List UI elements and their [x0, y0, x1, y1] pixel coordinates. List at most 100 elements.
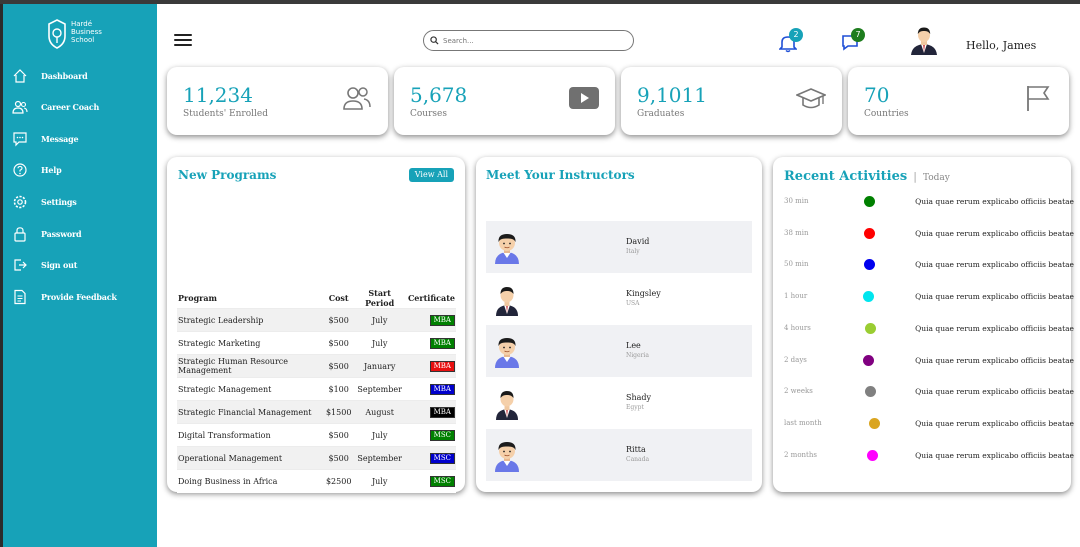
program-start-period: July [352, 331, 407, 355]
instructor-name: Ritta [626, 445, 646, 454]
user-avatar[interactable] [910, 25, 938, 55]
program-cost: $500 [324, 354, 353, 378]
program-certificate: MSC [406, 423, 456, 447]
activity-status-dot [869, 417, 880, 429]
activity-row[interactable]: last month Quia quae rerum explicabo offi… [784, 417, 1074, 431]
program-certificate: MSC [406, 469, 456, 493]
sidebar: Hardé Business School Dashboard Career C… [0, 4, 157, 547]
activity-time: 2 weeks [784, 387, 813, 396]
instructor-row[interactable]: Shady Egypt [486, 377, 752, 429]
sidebar-item-settings[interactable]: Settings [11, 190, 157, 214]
activity-text: Quia quae rerum explicabo officiis beata… [915, 292, 1074, 302]
stat-label: Countries [864, 109, 909, 119]
activity-row[interactable]: 2 months Quia quae rerum explicabo offici… [784, 449, 1074, 463]
column-header: Start Period [365, 288, 395, 308]
table-row[interactable]: Strategic Financial Management $1500 Augus… [177, 400, 456, 424]
notifications-button[interactable]: 2 [778, 28, 803, 53]
stat-label: Courses [410, 109, 447, 119]
activity-text: Quia quae rerum explicabo officiis beata… [915, 260, 1074, 270]
panel-title: Meet Your Instructors [486, 168, 635, 182]
table-row[interactable]: Digital Transformation $500 July MSC [177, 423, 456, 447]
program-name: Strategic Human Resource Management [177, 354, 325, 378]
activity-row[interactable]: 1 hour Quia quae rerum explicabo officiis… [784, 290, 1074, 304]
lock-icon [11, 225, 29, 243]
instructor-name: David [626, 237, 650, 246]
instructor-row[interactable]: Kingsley USA [486, 273, 752, 325]
activities-filter[interactable]: Today [923, 173, 950, 183]
activity-row[interactable]: 30 min Quia quae rerum explicabo officiis… [784, 195, 1074, 209]
sidebar-item-dashboard[interactable]: Dashboard [11, 64, 157, 88]
sidebar-item-career-coach[interactable]: Career Coach [11, 95, 157, 119]
stat-card-countries[interactable]: 70 Countries [848, 67, 1069, 135]
certificate-badge: MBA [429, 314, 455, 326]
instructor-row[interactable]: Ritta Canada [486, 429, 752, 481]
table-row[interactable]: Doing Business in Africa $2500 July MSC [177, 469, 456, 493]
search-bar[interactable] [423, 30, 634, 51]
panel-title: Recent Activities [784, 169, 908, 184]
program-certificate: MBA [406, 331, 456, 355]
sidebar-item-sign-out[interactable]: Sign out [11, 253, 157, 277]
sidebar-item-label: Help [41, 165, 62, 175]
header-separator: | [913, 170, 917, 183]
activity-row[interactable]: 4 hours Quia quae rerum explicabo officii… [784, 322, 1074, 336]
sidebar-item-help[interactable]: Help [11, 158, 157, 182]
activity-text: Quia quae rerum explicabo officiis beata… [915, 323, 1074, 333]
activity-text: Quia quae rerum explicabo officiis beata… [915, 450, 1074, 460]
search-icon [430, 36, 439, 45]
column-header: Program [178, 293, 218, 303]
instructor-avatar [495, 338, 519, 368]
activity-status-dot [864, 196, 875, 207]
view-all-button[interactable]: View All [408, 168, 454, 182]
stat-card-students[interactable]: 11,234 Students' Enrolled [167, 67, 388, 135]
program-name: Strategic Leadership [177, 308, 325, 332]
table-row[interactable]: Strategic Marketing $500 July MBA [177, 331, 456, 355]
flag-icon [1027, 86, 1050, 111]
stat-card-courses[interactable]: 5,678 Courses [394, 67, 615, 135]
brand-logo[interactable]: Hardé Business School [47, 18, 127, 58]
brand-line-2: Business [71, 28, 102, 36]
messages-button[interactable]: 7 [841, 28, 865, 53]
table-row[interactable]: Strategic Leadership $500 July MBA [177, 308, 456, 332]
program-cost: $1500 [324, 400, 353, 424]
graduation-cap-icon [796, 88, 826, 109]
table-row[interactable]: Strategic Management $100 September MBA [177, 377, 456, 401]
certificate-badge: MSC [429, 475, 455, 487]
sidebar-item-label: Sign out [41, 260, 78, 270]
table-row[interactable]: Operational Management $500 September MSC [177, 446, 456, 470]
students-icon [343, 87, 371, 110]
program-start-period: September [352, 377, 407, 401]
home-icon [11, 67, 29, 85]
stat-value: 70 [864, 83, 890, 107]
menu-toggle-icon[interactable] [174, 34, 192, 48]
instructor-row[interactable]: Lee Nigeria [486, 325, 752, 377]
instructor-country: Egypt [626, 404, 644, 411]
activity-row[interactable]: 38 min Quia quae rerum explicabo officiis… [784, 227, 1074, 241]
activity-time: 2 days [784, 355, 807, 364]
activity-status-dot [865, 322, 876, 334]
stat-value: 9,1011 [637, 83, 707, 107]
program-start-period: January [352, 354, 407, 378]
activity-row[interactable]: 2 weeks Quia quae rerum explicabo officii… [784, 385, 1074, 399]
program-start-period: July [352, 308, 407, 332]
instructor-row[interactable]: David Italy [486, 221, 752, 273]
activity-status-dot [864, 227, 875, 239]
table-row[interactable]: Strategic Human Resource Management $500 J… [177, 354, 456, 378]
stat-card-graduates[interactable]: 9,1011 Graduates [621, 67, 842, 135]
program-name: Strategic Marketing [177, 331, 325, 355]
sidebar-item-message[interactable]: Message [11, 127, 157, 151]
sidebar-item-provide-feedback[interactable]: Provide Feedback [11, 285, 157, 309]
search-input[interactable] [443, 36, 623, 45]
activity-time: last month [784, 418, 822, 427]
document-icon [11, 288, 29, 306]
instructor-country: USA [626, 300, 640, 307]
program-certificate: MBA [406, 308, 456, 332]
activity-text: Quia quae rerum explicabo officiis beata… [915, 387, 1074, 397]
activity-text: Quia quae rerum explicabo officiis beata… [915, 197, 1074, 206]
activity-status-dot [867, 449, 878, 461]
sidebar-item-label: Provide Feedback [41, 292, 117, 302]
stat-value: 5,678 [410, 83, 468, 107]
activity-row[interactable]: 2 days Quia quae rerum explicabo officiis… [784, 354, 1074, 368]
certificate-badge: MSC [429, 429, 455, 441]
activity-row[interactable]: 50 min Quia quae rerum explicabo officiis… [784, 258, 1074, 272]
sidebar-item-password[interactable]: Password [11, 222, 157, 246]
